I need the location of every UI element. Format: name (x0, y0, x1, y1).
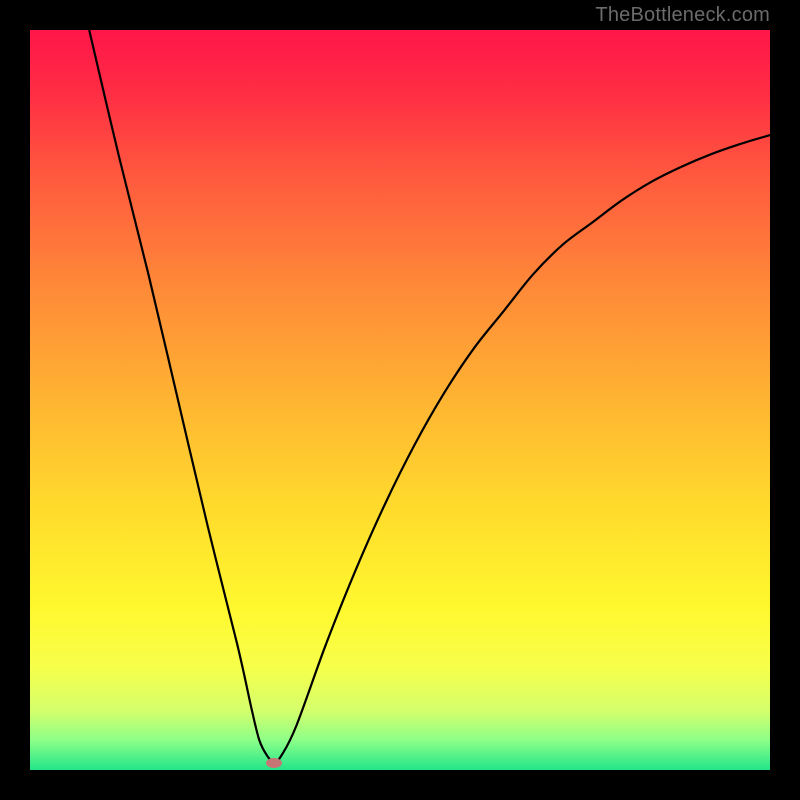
optimum-marker (266, 758, 282, 768)
bottleneck-curve (30, 30, 770, 770)
plot-area (30, 30, 770, 770)
chart-frame (30, 30, 770, 770)
watermark-text: TheBottleneck.com (595, 4, 770, 27)
